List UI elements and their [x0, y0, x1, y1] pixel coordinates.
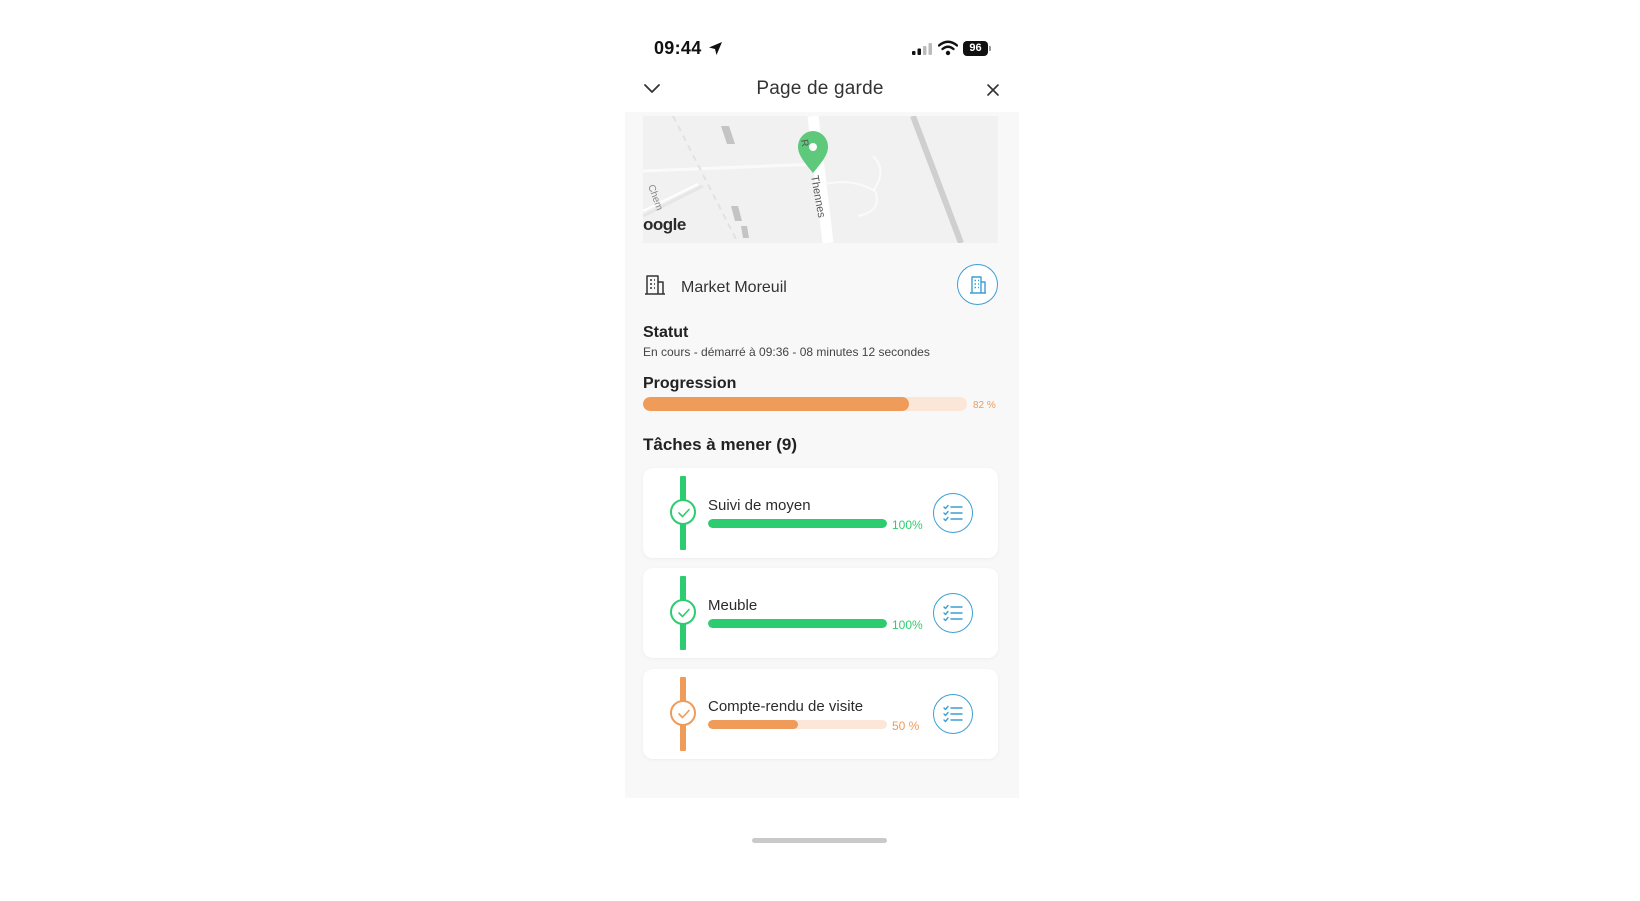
- checklist-icon: [943, 504, 963, 522]
- progression-bar: [643, 397, 967, 411]
- check-icon: [678, 508, 690, 518]
- location-arrow-icon: [709, 42, 722, 55]
- task-checklist-button[interactable]: [933, 593, 973, 633]
- task-progress-fill: [708, 519, 887, 528]
- task-progress-percent: 50 %: [892, 719, 920, 733]
- map-streets: Thennes Chem R: [643, 116, 998, 243]
- task-name: Meuble: [708, 597, 758, 614]
- task-card[interactable]: Suivi de moyen 100%: [643, 468, 998, 558]
- cellular-signal-icon: [912, 43, 932, 55]
- task-name: Suivi de moyen: [708, 497, 811, 514]
- map-view[interactable]: Thennes Chem R oogle: [643, 116, 998, 243]
- tasks-title: Tâches à mener (9): [643, 435, 798, 454]
- check-icon: [678, 709, 690, 719]
- battery-indicator: 96: [963, 41, 991, 57]
- close-icon[interactable]: [985, 82, 1001, 98]
- building-icon: [970, 276, 986, 294]
- status-time: 09:44: [654, 38, 702, 58]
- task-card[interactable]: Compte-rendu de visite 50 %: [643, 669, 998, 759]
- wifi-icon: [938, 40, 958, 56]
- task-checklist-button[interactable]: [933, 493, 973, 533]
- home-indicator[interactable]: [752, 838, 887, 843]
- task-progress-bar: [708, 720, 887, 729]
- statut-text: En cours - démarré à 09:36 - 08 minutes …: [643, 345, 930, 359]
- statut-label: Statut: [643, 324, 689, 341]
- task-check-badge: [670, 599, 696, 625]
- battery-level: 96: [963, 41, 988, 56]
- progression-percent: 82 %: [973, 400, 996, 411]
- chevron-down-icon[interactable]: [642, 82, 662, 96]
- task-checklist-button[interactable]: [933, 694, 973, 734]
- task-progress-percent: 100%: [892, 618, 923, 632]
- task-card[interactable]: Meuble 100%: [643, 568, 998, 658]
- task-progress-fill: [708, 619, 887, 628]
- check-icon: [678, 608, 690, 618]
- building-icon: [645, 275, 665, 295]
- task-progress-fill: [708, 720, 798, 729]
- checklist-icon: [943, 604, 963, 622]
- checklist-icon: [943, 705, 963, 723]
- page-title: Page de garde: [756, 78, 884, 99]
- site-details-button[interactable]: [957, 264, 998, 305]
- task-progress-bar: [708, 519, 887, 528]
- battery-cap: [989, 46, 991, 51]
- progression-label: Progression: [643, 375, 737, 392]
- task-name: Compte-rendu de visite: [708, 698, 864, 715]
- site-name: Market Moreuil: [681, 279, 787, 296]
- task-check-badge: [670, 700, 696, 726]
- task-progress-percent: 100%: [892, 518, 923, 532]
- task-progress-bar: [708, 619, 887, 628]
- task-check-badge: [670, 499, 696, 525]
- map-attribution-logo: oogle: [643, 215, 686, 234]
- progression-bar-fill: [643, 397, 909, 411]
